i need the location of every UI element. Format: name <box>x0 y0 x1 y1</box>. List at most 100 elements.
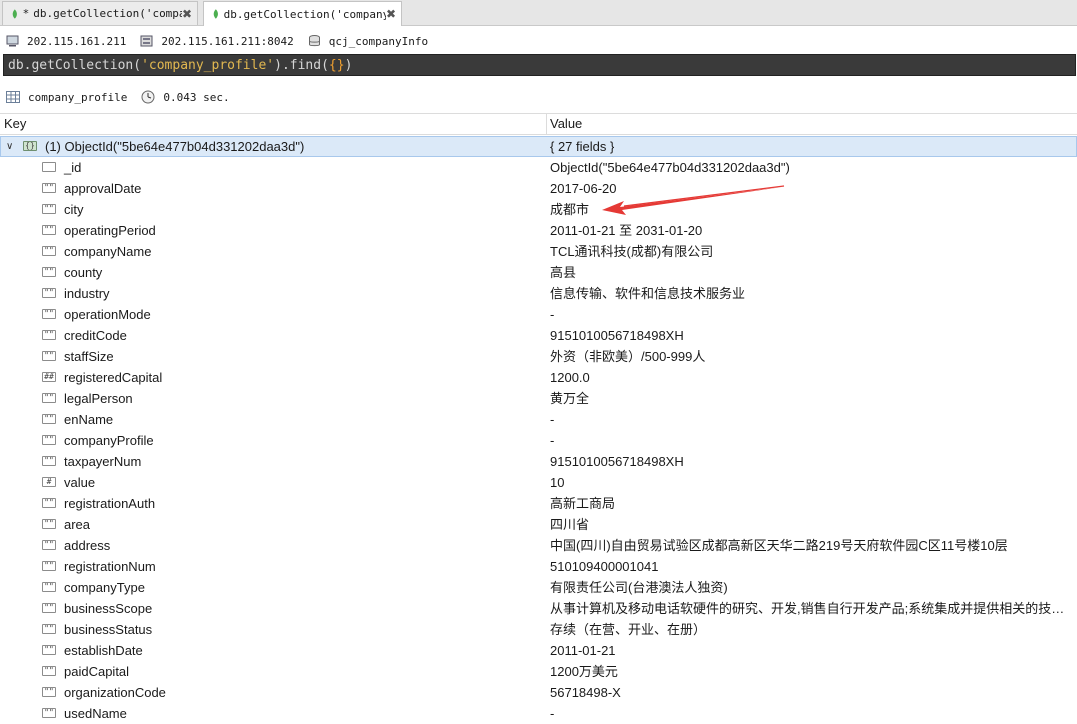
field-row[interactable]: "" companyProfile - <box>0 430 1077 451</box>
field-row[interactable]: "" creditCode 9151010056718498XH <box>0 325 1077 346</box>
field-type-icon: "" <box>42 708 56 718</box>
collapse-chevron-icon[interactable]: ∨ <box>6 137 13 156</box>
field-type-icon: "" <box>42 393 56 403</box>
field-type-icon: "" <box>42 309 56 319</box>
field-row[interactable]: "" usedName - <box>0 703 1077 724</box>
field-value: 有限责任公司(台港澳法人独资) <box>550 580 728 595</box>
field-type-icon: ## <box>42 372 56 382</box>
field-row[interactable]: "" businessStatus 存续（在营、开业、在册） <box>0 619 1077 640</box>
field-value: 2011-01-21 <box>550 643 616 658</box>
column-header-key[interactable]: Key <box>4 114 26 134</box>
field-key: businessScope <box>64 601 153 616</box>
field-key: registrationAuth <box>64 496 156 511</box>
field-value: 9151010056718498XH <box>550 328 684 343</box>
field-key: taxpayerNum <box>64 454 142 469</box>
field-row[interactable]: "" paidCapital 1200万美元 <box>0 661 1077 682</box>
field-row[interactable]: _id ObjectId("5be64e477b04d331202daa3d") <box>0 157 1077 178</box>
field-row[interactable]: # value 10 <box>0 472 1077 493</box>
field-type-icon: "" <box>42 414 56 424</box>
host-port-text: 202.115.161.211:8042 <box>161 34 294 48</box>
field-type-icon <box>42 162 56 172</box>
field-value: 信息传输、软件和信息技术服务业 <box>550 286 746 301</box>
field-value: - <box>550 433 555 448</box>
field-row[interactable]: "" industry 信息传输、软件和信息技术服务业 <box>0 283 1077 304</box>
field-key: staffSize <box>64 349 114 364</box>
field-value: 四川省 <box>550 517 590 532</box>
document-row[interactable]: ∨ {} (1) ObjectId("5be64e477b04d331202da… <box>0 136 1077 157</box>
field-type-icon: "" <box>42 582 56 592</box>
field-value: 1200万美元 <box>550 664 618 679</box>
field-key: _id <box>64 160 82 175</box>
field-key: creditCode <box>64 328 127 343</box>
field-value: 高新工商局 <box>550 496 616 511</box>
field-row[interactable]: "" companyName TCL通讯科技(成都)有限公司 <box>0 241 1077 262</box>
field-row[interactable]: "" address 中国(四川)自由贸易试验区成都高新区天华二路219号天府软件园… <box>0 535 1077 556</box>
result-collection-name: company_profile <box>28 90 128 104</box>
field-key: companyName <box>64 244 152 259</box>
document-key: (1) ObjectId("5be64e477b04d331202daa3d") <box>45 139 305 154</box>
field-row[interactable]: "" county 高县 <box>0 262 1077 283</box>
field-type-icon: "" <box>42 540 56 550</box>
field-value: 9151010056718498XH <box>550 454 684 469</box>
field-key: enName <box>64 412 114 427</box>
database-text: qcj_companyInfo <box>328 34 429 48</box>
database-icon <box>308 35 320 47</box>
field-value: 中国(四川)自由贸易试验区成都高新区天华二路219号天府软件园C区11号楼10层 <box>550 538 1008 553</box>
field-value: 510109400001041 <box>550 559 659 574</box>
connection-database: qcj_companyInfo <box>308 35 428 48</box>
field-row[interactable]: "" organizationCode 56718498-X <box>0 682 1077 703</box>
tab-bar: * db.getCollection('compa… ✖ db.getColle… <box>0 0 1077 26</box>
tab-query-2[interactable]: db.getCollection('company… ✖ <box>203 1 402 26</box>
field-key: city <box>64 202 84 217</box>
field-row[interactable]: "" staffSize 外资（非欧美）/500-999人 <box>0 346 1077 367</box>
field-value: 存续（在营、开业、在册） <box>550 622 707 637</box>
field-key: establishDate <box>64 643 143 658</box>
field-type-icon: "" <box>42 498 56 508</box>
query-editor[interactable]: db.getCollection('company_profile').find… <box>3 54 1076 76</box>
column-header-value[interactable]: Value <box>550 114 582 134</box>
field-row[interactable]: "" businessScope 从事计算机及移动电话软硬件的研究、开发,销售自行开… <box>0 598 1077 619</box>
field-row[interactable]: "" enName - <box>0 409 1077 430</box>
field-value: - <box>550 307 555 322</box>
field-key: legalPerson <box>64 391 133 406</box>
field-row[interactable]: "" taxpayerNum 9151010056718498XH <box>0 451 1077 472</box>
field-row[interactable]: "" operationMode - <box>0 304 1077 325</box>
field-key: approvalDate <box>64 181 142 196</box>
result-info-bar: company_profile 0.043 sec. <box>0 86 1077 108</box>
field-key: operationMode <box>64 307 151 322</box>
field-row[interactable]: ## registeredCapital 1200.0 <box>0 367 1077 388</box>
field-type-icon: "" <box>42 519 56 529</box>
connection-bar: 202.115.161.211 202.115.161.211:8042 qcj… <box>0 31 1077 51</box>
object-type-icon: {} <box>23 141 37 151</box>
field-type-icon: "" <box>42 645 56 655</box>
clock-icon <box>141 90 155 104</box>
field-row[interactable]: "" legalPerson 黄万全 <box>0 388 1077 409</box>
tree-header: Key Value <box>0 113 1077 135</box>
field-key: companyProfile <box>64 433 154 448</box>
field-row[interactable]: "" operatingPeriod 2011-01-21 至 2031-01-20 <box>0 220 1077 241</box>
field-type-icon: "" <box>42 624 56 634</box>
host-text: 202.115.161.211 <box>27 34 127 48</box>
close-icon[interactable]: ✖ <box>386 7 396 21</box>
field-value: 56718498-X <box>550 685 621 700</box>
field-row[interactable]: "" companyType 有限责任公司(台港澳法人独资) <box>0 577 1077 598</box>
tab-modified-indicator: * <box>22 7 30 20</box>
field-value: 成都市 <box>550 202 590 217</box>
field-key: paidCapital <box>64 664 130 679</box>
field-row[interactable]: "" registrationAuth 高新工商局 <box>0 493 1077 514</box>
field-row[interactable]: "" approvalDate 2017-06-20 <box>0 178 1077 199</box>
tab-query-1[interactable]: * db.getCollection('compa… ✖ <box>2 1 198 25</box>
close-icon[interactable]: ✖ <box>182 7 192 21</box>
field-type-icon: "" <box>42 267 56 277</box>
field-key: usedName <box>64 706 127 721</box>
column-separator[interactable] <box>546 114 547 134</box>
field-row[interactable]: "" registrationNum 510109400001041 <box>0 556 1077 577</box>
field-row[interactable]: "" establishDate 2011-01-21 <box>0 640 1077 661</box>
field-key: organizationCode <box>64 685 166 700</box>
field-type-icon: "" <box>42 561 56 571</box>
field-key: address <box>64 538 111 553</box>
connection-host: 202.115.161.211 <box>6 35 126 48</box>
field-row[interactable]: "" area 四川省 <box>0 514 1077 535</box>
field-type-icon: "" <box>42 204 56 214</box>
field-row[interactable]: "" city 成都市 <box>0 199 1077 220</box>
